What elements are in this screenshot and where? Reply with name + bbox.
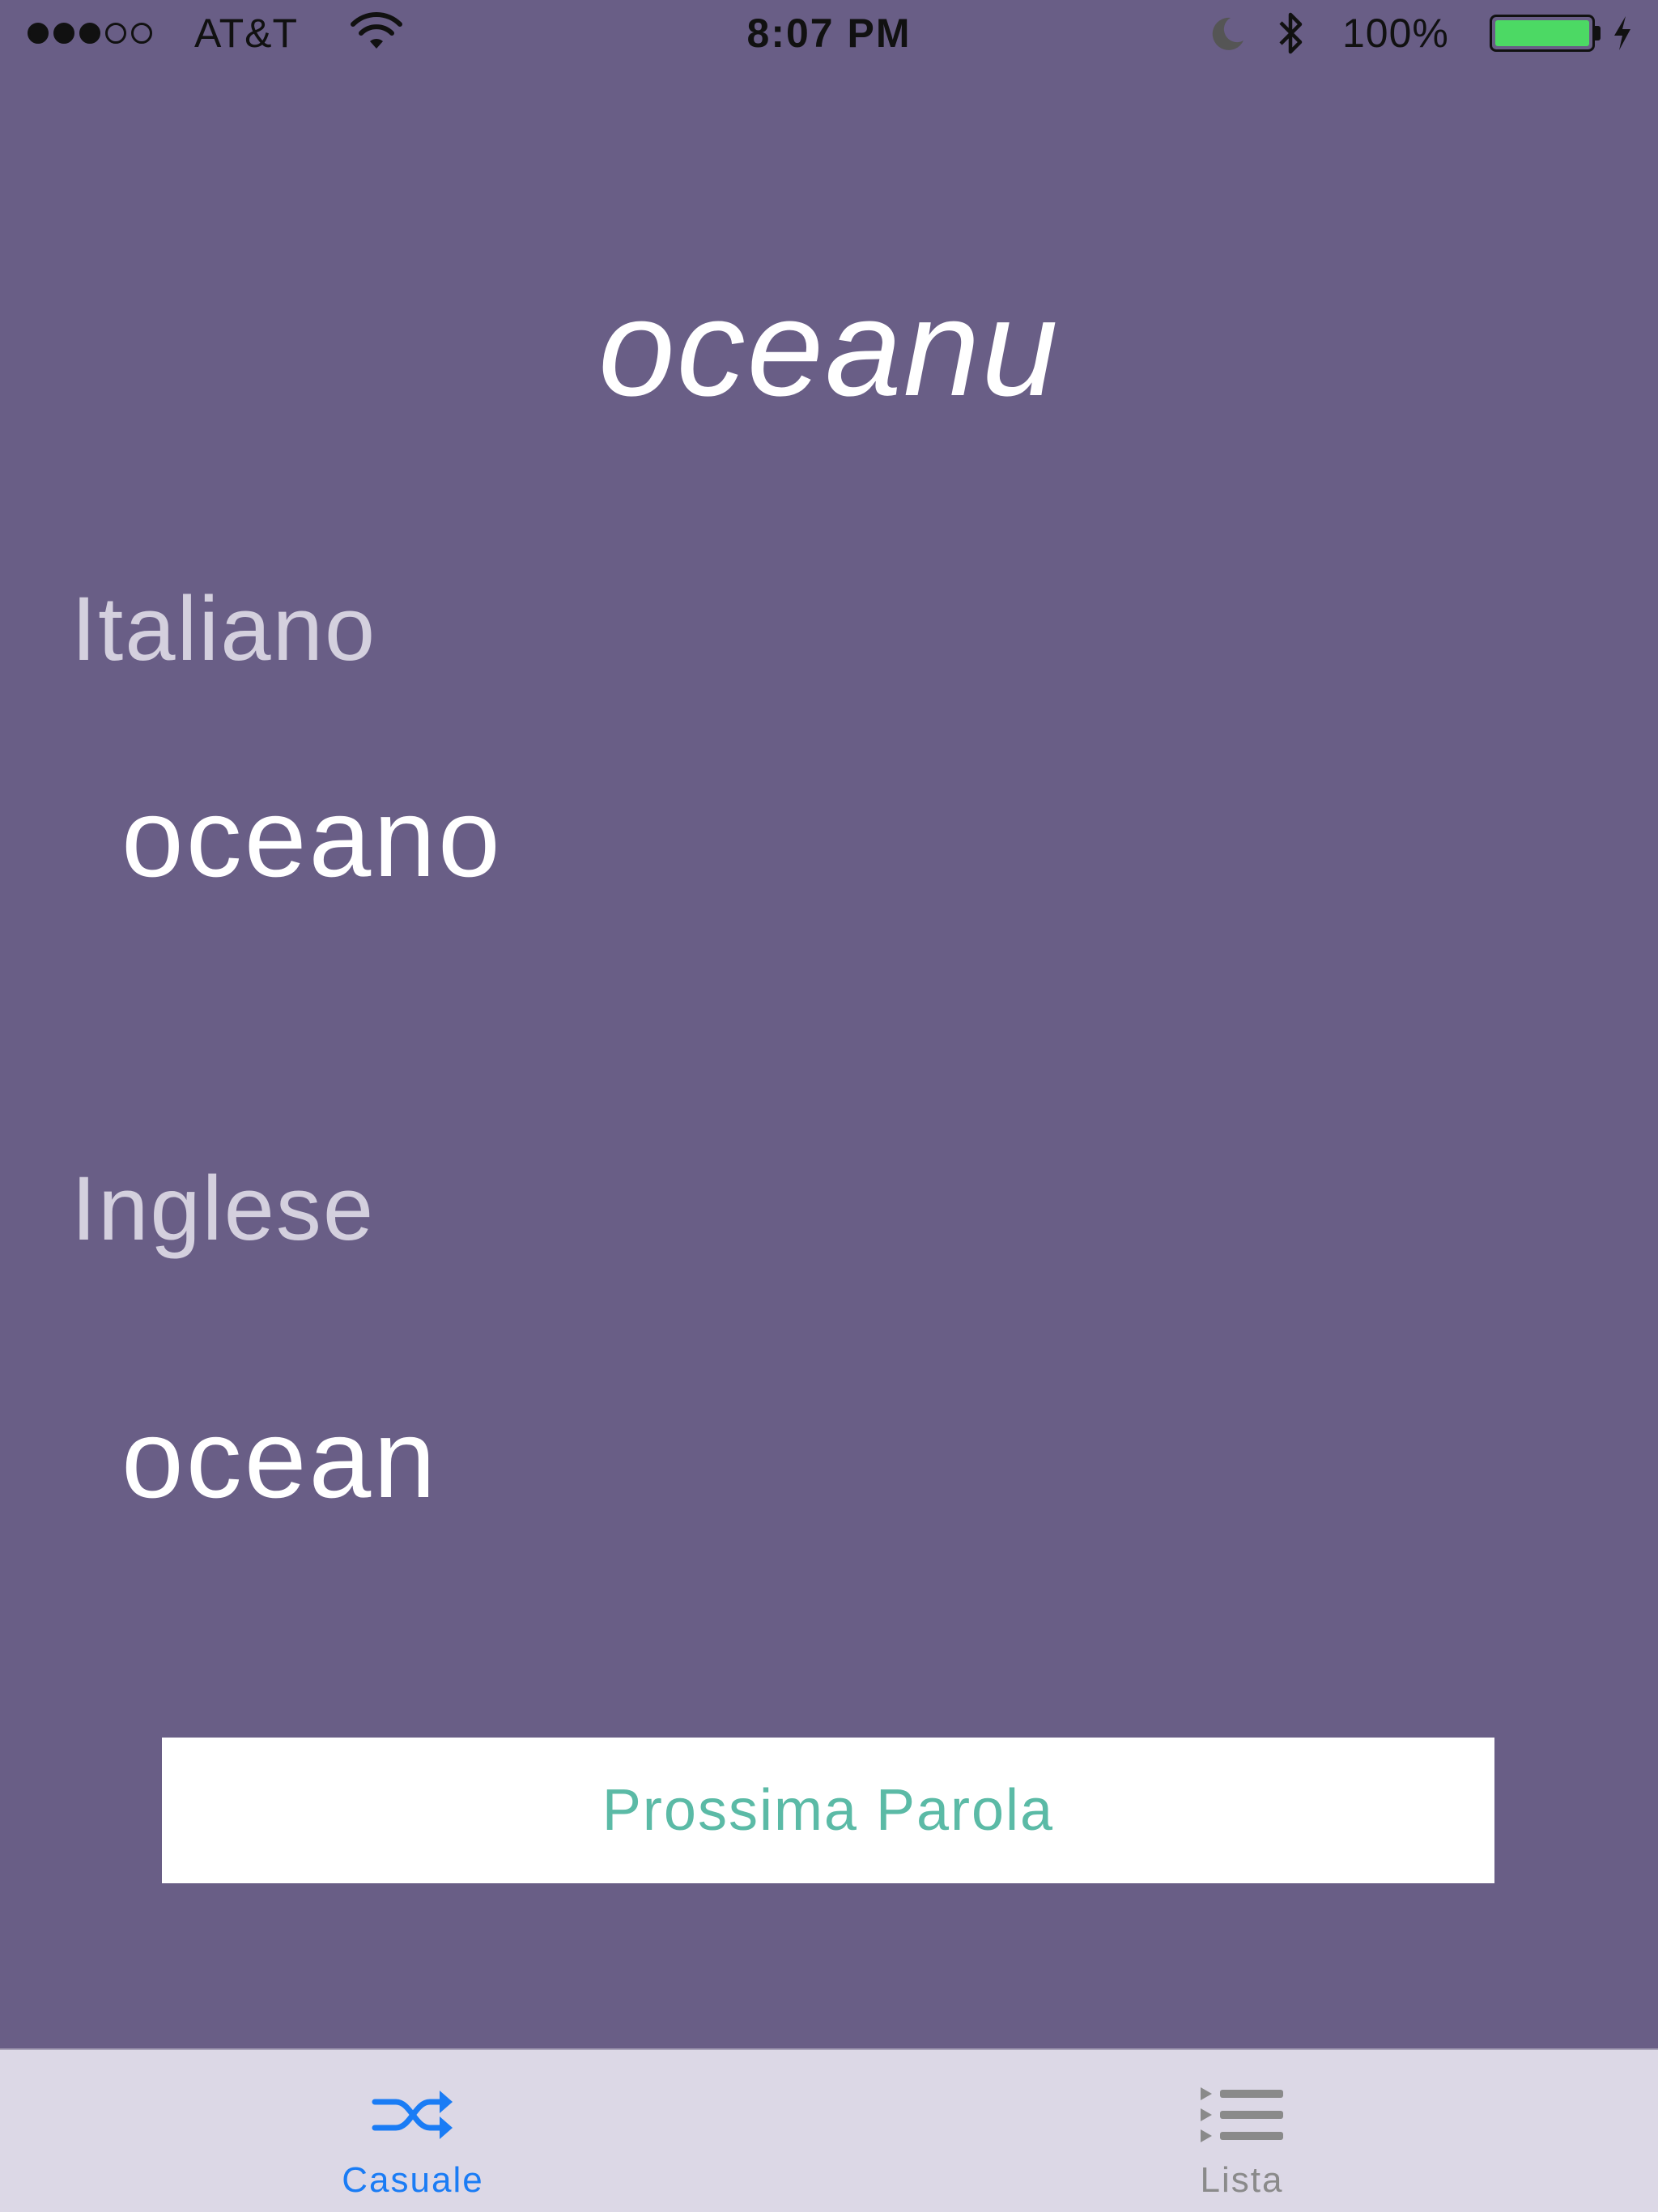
shuffle-icon	[372, 2091, 453, 2139]
battery-tip	[1595, 26, 1601, 40]
next-word-button[interactable]: Prossima Parola	[162, 1738, 1494, 1883]
italian-translation: oceano	[121, 776, 503, 900]
tab-casuale[interactable]: Casuale	[170, 2050, 656, 2212]
tab-bar: Casuale Lista	[0, 2048, 1658, 2212]
battery-percentage: 100%	[1342, 11, 1449, 56]
tab-casuale-label: Casuale	[342, 2160, 484, 2200]
charging-bolt-icon	[1614, 16, 1630, 50]
battery-fill	[1495, 20, 1589, 46]
english-translation: ocean	[121, 1397, 438, 1521]
italian-label: Italiano	[71, 578, 377, 679]
do-not-disturb-icon	[1212, 17, 1244, 50]
tab-lista[interactable]: Lista	[999, 2050, 1485, 2212]
bluetooth-icon	[1279, 12, 1303, 54]
app-screen: AT&T 8:07 PM 100% oceanu Italiano oceano…	[0, 0, 1658, 2212]
battery-icon	[1490, 15, 1595, 52]
list-icon	[1201, 2087, 1283, 2142]
tab-lista-label: Lista	[1200, 2160, 1284, 2200]
english-label: Inglese	[71, 1158, 376, 1259]
dialect-word: oceanu	[598, 271, 1060, 425]
status-bar: AT&T 8:07 PM 100%	[0, 0, 1658, 65]
